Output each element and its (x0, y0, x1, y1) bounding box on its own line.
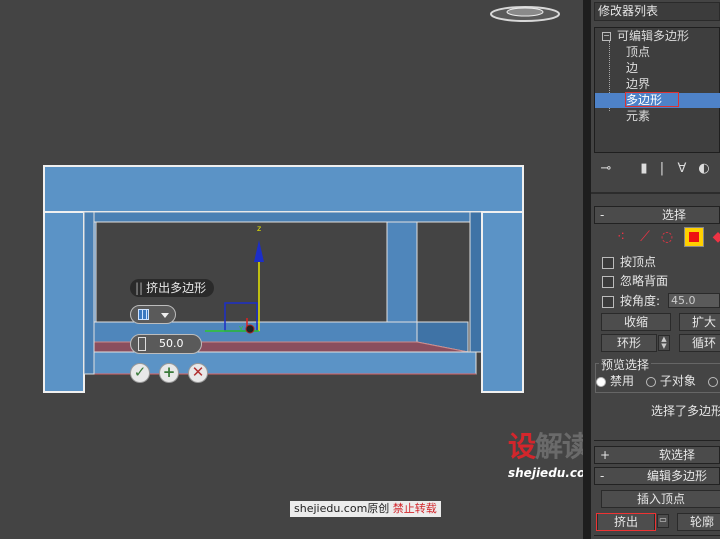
shrink-button[interactable]: 收缩 (601, 313, 671, 331)
divider (594, 440, 720, 441)
insert-vertex-button[interactable]: 插入顶点 (601, 490, 720, 508)
front-leg-left (43, 211, 85, 393)
collapse-icon: - (600, 208, 605, 222)
preview-selection-options: 禁用 子对象 (596, 373, 720, 389)
expand-icon: + (600, 448, 611, 462)
modifier-list-dropdown[interactable]: 修改器列表 (594, 2, 720, 21)
polygon-mode-icon[interactable] (684, 227, 704, 247)
ring-spinner[interactable]: ▲ ▼ (658, 335, 670, 351)
stack-toolbar: ⊸ ▮ | ∀ ◐ (594, 161, 720, 179)
stack-item-polygon[interactable]: 多边形 (595, 93, 720, 108)
plus-icon: + (162, 363, 176, 381)
ignore-backfacing-checkbox[interactable]: 忽略背面 (602, 273, 668, 289)
panel-divider (583, 0, 591, 539)
extrude-settings-button[interactable]: ▭ (657, 514, 669, 528)
ring-button[interactable]: 环形 (601, 334, 657, 352)
ok-button[interactable]: ✓ (130, 363, 150, 383)
vertex-mode-icon[interactable]: ⁖ (611, 227, 631, 247)
front-leg-right (481, 211, 524, 393)
cancel-button[interactable]: ✕ (188, 363, 208, 383)
element-mode-icon[interactable]: ◆ (708, 227, 720, 247)
selection-status: 选择了多边形 (651, 404, 720, 418)
extrude-type-dropdown[interactable] (130, 305, 176, 324)
stack-item-element[interactable]: 元素 (595, 109, 720, 124)
scene-canvas[interactable]: z y (0, 0, 583, 539)
viewport-perspective[interactable]: z y ||挤出多边形 50.0 ✓ + ✕ 设解读 shejiedu.com … (0, 0, 583, 539)
light-object[interactable] (490, 6, 560, 22)
caddy-grip-icon[interactable]: || (135, 281, 143, 295)
collapse-icon[interactable]: − (602, 32, 611, 41)
pin-stack-icon[interactable]: ⊸ (598, 161, 614, 177)
selection-rollout-header[interactable]: - 选择 (594, 206, 720, 224)
loop-button[interactable]: 循环 (679, 334, 720, 352)
make-unique-icon[interactable]: | (654, 161, 670, 177)
grow-button[interactable]: 扩大 (679, 313, 720, 331)
extrude-height-field[interactable]: 50.0 (130, 334, 202, 354)
watermark-url: shejiedu.com (508, 466, 583, 480)
stack-item-edge[interactable]: 边 (595, 61, 720, 76)
caddy-title: || 挤出多边形 (130, 279, 215, 297)
preview-multi-radio[interactable] (707, 374, 720, 388)
watermark-bar: shejiedu.com原创 禁止转载 (290, 501, 441, 517)
settings-icon: ▭ (659, 515, 667, 524)
close-icon: ✕ (191, 363, 205, 381)
watermark-logo: 设解读 (508, 430, 583, 463)
separator (591, 192, 720, 194)
svg-text:y: y (239, 324, 243, 332)
chevron-down-icon (161, 313, 169, 318)
soft-selection-rollout-header[interactable]: + 软选择 (594, 446, 720, 464)
subobject-icons: ⁖ ⟋ ◌ ◆ (611, 227, 720, 249)
check-icon: ✓ (133, 363, 147, 381)
show-end-result-icon[interactable]: ▮ (636, 161, 652, 177)
stack-item-border[interactable]: 边界 (595, 77, 720, 92)
collapse-icon: - (600, 469, 605, 483)
stack-item-editable-poly[interactable]: − 可编辑多边形 (595, 29, 720, 44)
angle-input[interactable]: 45.0 (668, 293, 720, 308)
edge-mode-icon[interactable]: ⟋ (635, 227, 655, 247)
transform-gizmo[interactable]: z y (205, 224, 264, 334)
svg-text:z: z (257, 224, 261, 233)
extrude-height-value: 50.0 (159, 337, 184, 350)
stack-item-vertex[interactable]: 顶点 (595, 45, 720, 60)
edit-polygons-rollout-header[interactable]: - 编辑多边形 (594, 467, 720, 485)
by-vertex-checkbox[interactable]: 按顶点 (602, 254, 656, 270)
border-mode-icon[interactable]: ◌ (657, 227, 677, 247)
by-angle-checkbox[interactable]: 按角度: (602, 293, 660, 309)
preview-disabled-radio[interactable]: 禁用 (596, 374, 634, 388)
outline-button[interactable]: 轮廓 (677, 513, 720, 531)
modify-panel: 修改器列表 − 可编辑多边形 顶点 边 边界 多边形 元素 ⊸ ▮ | ∀ ◐ … (591, 0, 720, 539)
height-icon (138, 337, 146, 351)
extrude-group-icon (138, 309, 149, 320)
divider (594, 535, 720, 536)
extrude-highlight-frame (596, 513, 656, 531)
table-top (43, 165, 524, 213)
table-top-underside (85, 211, 471, 223)
remove-modifier-icon[interactable]: ∀ (674, 161, 690, 177)
configure-modifier-sets-icon[interactable]: ◐ (696, 161, 712, 177)
preview-selection-label: 预览选择 (599, 356, 652, 373)
preview-subobject-radio[interactable]: 子对象 (645, 374, 696, 388)
apply-continue-button[interactable]: + (159, 363, 179, 383)
modifier-stack[interactable]: − 可编辑多边形 顶点 边 边界 多边形 元素 (594, 27, 720, 153)
